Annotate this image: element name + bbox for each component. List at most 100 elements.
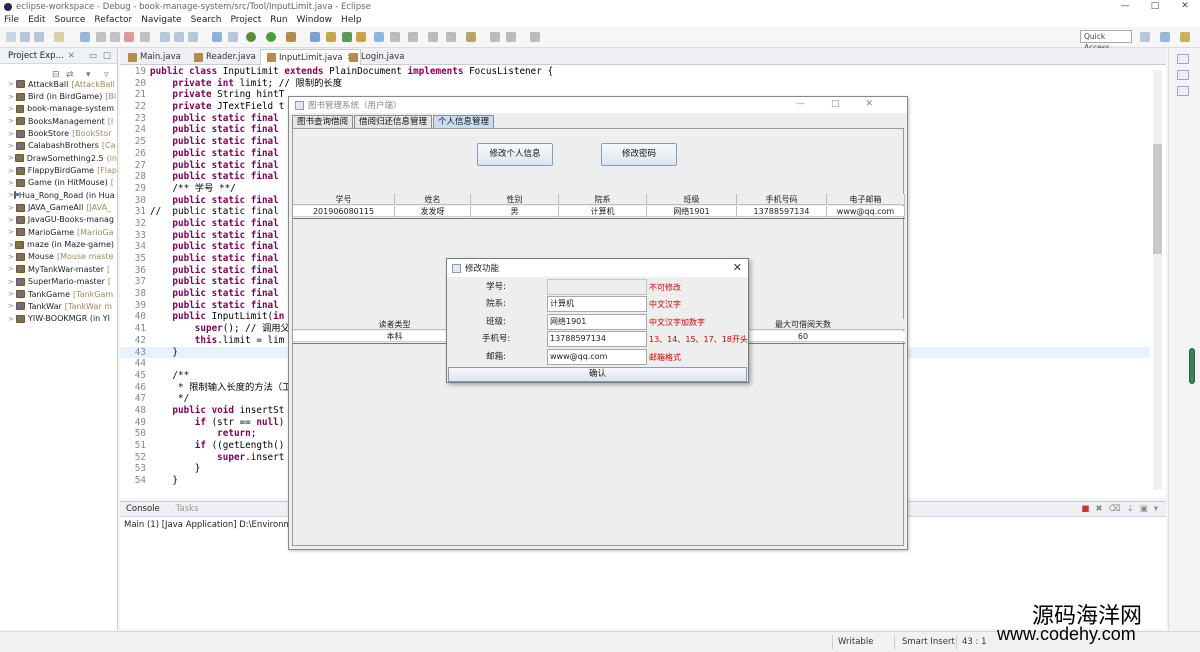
maximize-icon[interactable]: □ bbox=[103, 51, 111, 61]
outline-icon[interactable] bbox=[1177, 54, 1189, 64]
code-line[interactable]: 20 private int limit; // 限制的长度 bbox=[120, 78, 1150, 90]
expand-arrow-icon[interactable]: > bbox=[8, 290, 16, 298]
run-icon[interactable] bbox=[266, 32, 276, 42]
project-item[interactable]: > BooksManagement [I bbox=[0, 115, 117, 127]
library-window-controls[interactable]: —□✕ bbox=[796, 99, 899, 109]
expand-arrow-icon[interactable]: > bbox=[8, 278, 16, 286]
terminate-icon[interactable] bbox=[124, 32, 134, 42]
open-perspective-icon[interactable] bbox=[1140, 32, 1150, 42]
task-list-icon[interactable] bbox=[1177, 70, 1189, 80]
collapse-all-icon[interactable]: ⊟ bbox=[52, 70, 60, 80]
expand-arrow-icon[interactable]: > bbox=[8, 241, 15, 249]
filter-icon[interactable]: ▾ bbox=[86, 70, 91, 80]
project-item[interactable]: > DrawSomething2.5 (in bbox=[0, 152, 117, 164]
close-window-button[interactable]: ✕ bbox=[1170, 0, 1200, 13]
project-item[interactable]: > Mouse [Mouse maste bbox=[0, 251, 117, 263]
expand-arrow-icon[interactable]: > bbox=[8, 167, 16, 175]
project-explorer-title[interactable]: Project Exp... bbox=[8, 51, 64, 61]
menu-help[interactable]: Help bbox=[341, 15, 362, 25]
form-input[interactable]: 13788597134 bbox=[547, 331, 647, 348]
resume-icon[interactable] bbox=[96, 32, 106, 42]
toggle-mark-occurrences-icon[interactable] bbox=[374, 32, 384, 42]
tab-login-java[interactable]: Login.java bbox=[343, 49, 410, 65]
project-item[interactable]: > CalabashBrothers [Ca bbox=[0, 140, 117, 152]
expand-arrow-icon[interactable]: > bbox=[8, 265, 16, 273]
menu-window[interactable]: Window bbox=[297, 15, 333, 25]
expand-arrow-icon[interactable]: > bbox=[8, 315, 16, 323]
remove-launch-icon[interactable]: ✖ bbox=[1095, 504, 1102, 514]
expand-arrow-icon[interactable]: > bbox=[8, 179, 16, 187]
step-over-icon[interactable] bbox=[174, 32, 184, 42]
project-item[interactable]: > SuperMario-master[ bbox=[0, 276, 117, 288]
tab-personal-info[interactable]: 个人信息管理 bbox=[433, 115, 495, 129]
editor-scrollbar[interactable] bbox=[1153, 70, 1162, 490]
forward-icon[interactable] bbox=[530, 32, 540, 42]
suspend-icon[interactable] bbox=[110, 32, 120, 42]
project-item[interactable]: > BookStore [BookStor bbox=[0, 127, 117, 139]
project-item[interactable]: > MyTankWar-master[ bbox=[0, 263, 117, 275]
code-line[interactable]: 19 public class InputLimit extends PlainD… bbox=[120, 66, 1150, 78]
expand-arrow-icon[interactable]: > bbox=[8, 154, 15, 162]
close-icon[interactable]: ✕ bbox=[68, 51, 75, 61]
tab-console[interactable]: Console bbox=[126, 504, 160, 514]
previous-annotation-icon[interactable] bbox=[446, 32, 456, 42]
menu-file[interactable]: File bbox=[4, 15, 19, 25]
toggle-block-selection-icon[interactable] bbox=[390, 32, 400, 42]
drop-to-frame-icon[interactable] bbox=[212, 32, 222, 42]
expand-arrow-icon[interactable]: > bbox=[8, 142, 16, 150]
java-perspective-icon[interactable] bbox=[1160, 32, 1170, 42]
open-type-icon[interactable] bbox=[356, 32, 366, 42]
menu-source[interactable]: Source bbox=[55, 15, 86, 25]
new-package-icon[interactable] bbox=[326, 32, 336, 42]
last-edit-location-icon[interactable] bbox=[490, 32, 500, 42]
maximize-button[interactable]: □ bbox=[1140, 0, 1170, 13]
tab-borrow-return[interactable]: 借阅归还信息管理 bbox=[354, 115, 433, 129]
display-console-icon[interactable]: ▣ bbox=[1140, 504, 1148, 514]
save-icon[interactable] bbox=[20, 32, 30, 42]
project-item[interactable]: > MarioGame [MarioGa bbox=[0, 226, 117, 238]
editor-scrollbar-thumb[interactable] bbox=[1153, 144, 1162, 254]
expand-arrow-icon[interactable]: > bbox=[8, 204, 16, 212]
project-item[interactable]: > maze (in Maze-game) bbox=[0, 238, 117, 250]
edit-personal-info-button[interactable]: 修改个人信息 bbox=[477, 143, 553, 166]
debug-icon[interactable] bbox=[246, 32, 256, 42]
project-item[interactable]: > Hua_Rong_Road (in Hua bbox=[0, 189, 117, 201]
confirm-button[interactable]: 确认 bbox=[448, 367, 747, 382]
form-input[interactable]: 网络1901 bbox=[547, 313, 647, 330]
tab-tasks[interactable]: Tasks bbox=[176, 504, 199, 514]
project-item[interactable]: > JAVA_GameAll [JAVA_ bbox=[0, 201, 117, 213]
menu-edit[interactable]: Edit bbox=[28, 15, 45, 25]
new-icon[interactable] bbox=[6, 32, 16, 42]
show-whitespace-icon[interactable] bbox=[408, 32, 418, 42]
project-item[interactable]: > book-manage-system bbox=[0, 103, 117, 115]
skip-breakpoints-icon[interactable] bbox=[80, 32, 90, 42]
project-item[interactable]: > Bird (in BirdGame) [Bi bbox=[0, 90, 117, 102]
tab-book-query[interactable]: 图书查询借阅 bbox=[292, 115, 354, 129]
save-all-icon[interactable] bbox=[34, 32, 44, 42]
close-dialog-icon[interactable]: ✕ bbox=[733, 261, 742, 274]
expand-arrow-icon[interactable]: > bbox=[8, 191, 14, 199]
terminate-console-icon[interactable]: ■ bbox=[1081, 504, 1089, 514]
project-item[interactable]: > Game (in HitMouse)[ bbox=[0, 177, 117, 189]
menu-project[interactable]: Project bbox=[230, 15, 261, 25]
expand-arrow-icon[interactable]: > bbox=[8, 130, 16, 138]
project-item[interactable]: > YIW-BOOKMGR (in YI bbox=[0, 313, 117, 325]
debug-perspective-icon[interactable] bbox=[1180, 32, 1190, 42]
expand-arrow-icon[interactable]: > bbox=[8, 216, 16, 224]
new-class-icon[interactable] bbox=[342, 32, 352, 42]
pin-editor-icon[interactable] bbox=[466, 32, 476, 42]
project-item[interactable]: > JavaGU-Books-manag bbox=[0, 214, 117, 226]
print-icon[interactable] bbox=[54, 32, 64, 42]
expand-arrow-icon[interactable]: > bbox=[8, 228, 16, 236]
menu-search[interactable]: Search bbox=[191, 15, 222, 25]
menu-refactor[interactable]: Refactor bbox=[94, 15, 132, 25]
tab-reader-java[interactable]: Reader.java bbox=[188, 49, 262, 65]
menu-navigate[interactable]: Navigate bbox=[141, 15, 181, 25]
tab-main-java[interactable]: Main.java bbox=[122, 49, 187, 65]
menu-run[interactable]: Run bbox=[270, 15, 287, 25]
use-step-filters-icon[interactable] bbox=[228, 32, 238, 42]
view-menu-icon[interactable]: ▿ bbox=[104, 70, 109, 80]
expand-arrow-icon[interactable]: > bbox=[8, 105, 16, 113]
form-input[interactable]: www@qq.com bbox=[547, 348, 647, 365]
project-item[interactable]: > TankWar [TankWar m bbox=[0, 300, 117, 312]
